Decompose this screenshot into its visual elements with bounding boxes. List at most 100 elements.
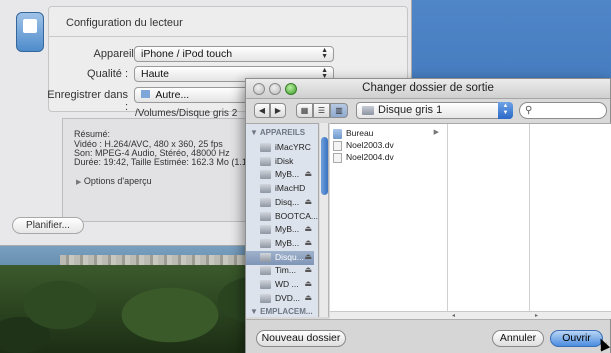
dialog-titlebar: Changer dossier de sortie [246, 79, 610, 99]
planifier-button[interactable]: Planifier... [12, 217, 84, 234]
eject-icon[interactable]: ⏏ [304, 252, 312, 261]
eject-icon[interactable]: ⏏ [304, 224, 312, 233]
browser-column-1: Bureau ▶ Noel2003.dv Noel2004.dv [330, 124, 448, 318]
config-separator [48, 36, 408, 37]
location-label: Disque gris 1 [378, 104, 443, 116]
browser-column-2 [448, 124, 530, 318]
drive-icon [260, 266, 271, 276]
sidebar-item[interactable]: MyB... ⏏ [246, 237, 314, 251]
new-folder-button[interactable]: Nouveau dossier [256, 330, 346, 347]
sidebar-item[interactable]: BOOTCA... [246, 210, 318, 224]
sidebar-item[interactable]: DVD... ⏏ [246, 292, 314, 306]
file-item[interactable]: Noel2003.dv [332, 140, 442, 152]
sidebar-item-label: iDisk [275, 155, 294, 166]
drive-icon [260, 238, 271, 248]
config-title: Configuration du lecteur [66, 17, 183, 29]
preview-options-toggle[interactable]: ▶ Options d'aperçu [76, 176, 152, 186]
sidebar-item-label: iMacHD [275, 183, 306, 194]
sidebar-item-label: BOOTCA... [275, 210, 318, 221]
drive-icon [260, 293, 271, 303]
qualite-value: Haute [141, 68, 170, 80]
dialog-toolbar: ◀ ▶ ▦ ☰ ▥ Disque gris 1 ▲ ▼ ⚲ [246, 99, 610, 123]
sidebar-item-label: DVD... [275, 292, 301, 303]
enregistrer-value: Autre... [155, 89, 190, 101]
sidebar-item[interactable]: iMacHD [246, 182, 314, 196]
file-name: Noel2003.dv [346, 140, 394, 150]
location-popup[interactable]: Disque gris 1 ▲ ▼ [356, 102, 513, 119]
drive-icon [260, 280, 271, 289]
scroll-right-icon[interactable]: ▸ [535, 312, 538, 319]
stepper-icon: ▲▼ [321, 47, 328, 60]
drive-icon [362, 106, 374, 115]
open-button[interactable]: Ouvrir [550, 330, 603, 347]
disclosure-triangle-icon: ▼ [250, 128, 258, 137]
document-icon [333, 141, 342, 151]
appareil-label: Appareil : [93, 48, 140, 60]
cancel-button[interactable]: Annuler [492, 330, 544, 347]
sidebar-item-label: Disqu... [275, 251, 304, 262]
drive-icon [260, 225, 271, 235]
forward-button[interactable]: ▶ [270, 103, 286, 118]
drive-icon [260, 252, 271, 262]
browser-hscrollbar[interactable]: ◂ ▸ [330, 311, 611, 319]
preview-options-label: Options d'aperçu [83, 176, 152, 186]
folder-item[interactable]: Bureau ▶ [332, 128, 442, 140]
drive-icon [260, 156, 271, 166]
file-name: Noel2004.dv [346, 152, 394, 162]
sidebar-item-label: MyB... [275, 224, 300, 235]
browser-column-3 [530, 124, 611, 318]
chevron-right-icon: ▶ [433, 129, 439, 136]
eject-icon[interactable]: ⏏ [304, 293, 312, 302]
sidebar-heading-places: ▼ EMPLACEM... [250, 307, 313, 316]
eject-icon[interactable]: ⏏ [304, 279, 312, 288]
summary-duration: Durée: 19:42, Taille Estimée: 162.3 Mo (… [74, 157, 272, 167]
dialog-title: Changer dossier de sortie [362, 82, 494, 94]
folder-icon [333, 129, 342, 139]
sidebar-heading-devices: ▼ APPAREILS [250, 128, 305, 137]
column-browser: Bureau ▶ Noel2003.dv Noel2004.dv [330, 123, 611, 318]
drive-icon [260, 184, 271, 194]
icon-view-button[interactable]: ▦ [296, 103, 313, 118]
sidebar-item[interactable]: Tim... ⏏ [246, 264, 314, 278]
sidebar: ▼ APPAREILS iMacYRC iDisk MyB... ⏏ iMacHD Dis… [246, 123, 319, 317]
disclosure-triangle-icon: ▶ [76, 179, 82, 186]
search-icon: ⚲ [525, 105, 533, 116]
summary-heading: Résumé: [74, 129, 111, 139]
eject-icon[interactable]: ⏏ [304, 197, 312, 206]
eject-icon[interactable]: ⏏ [304, 265, 312, 274]
disclosure-triangle-icon: ▼ [250, 307, 258, 316]
drive-icon [260, 143, 271, 152]
appareil-value: iPhone / iPod touch [141, 48, 233, 60]
sidebar-item[interactable]: Disq... ⏏ [246, 196, 314, 210]
sidebar-scrollbar[interactable] [320, 123, 329, 317]
eject-icon[interactable]: ⏏ [304, 238, 312, 247]
devices-heading-label: APPAREILS [259, 128, 306, 137]
sidebar-item-label: WD ... [275, 279, 299, 289]
change-output-folder-dialog: Changer dossier de sortie ◀ ▶ ▦ ☰ ▥ Disq… [245, 78, 611, 353]
enregistrer-label: Enregistrer dans : [47, 89, 128, 113]
sidebar-scroll-thumb[interactable] [321, 137, 328, 195]
drive-icon [260, 197, 271, 207]
search-field[interactable]: ⚲ [519, 102, 607, 119]
list-view-button[interactable]: ☰ [313, 103, 330, 118]
file-name: Bureau [346, 128, 374, 138]
sidebar-item[interactable]: MyB... ⏏ [246, 223, 314, 237]
sidebar-item-label: Tim... [275, 265, 296, 276]
sidebar-item[interactable]: WD ... ⏏ [246, 278, 314, 292]
sidebar-item-label: Disq... [275, 196, 300, 207]
qualite-label: Qualité : [87, 68, 128, 80]
column-view-button[interactable]: ▥ [330, 103, 348, 118]
sidebar-item[interactable]: Disqu... ⏏ [246, 250, 314, 265]
sidebar-item-label: MyB... [275, 237, 300, 248]
places-heading-label: EMPLACEM... [260, 307, 313, 316]
eject-icon[interactable]: ⏏ [304, 169, 312, 178]
sidebar-item-label: MyB... [275, 169, 300, 180]
sidebar-item[interactable]: iMacYRC [246, 141, 314, 155]
file-item[interactable]: Noel2004.dv [332, 152, 442, 164]
back-button[interactable]: ◀ [254, 103, 270, 118]
sidebar-item[interactable]: iDisk [246, 155, 314, 169]
scroll-left-icon[interactable]: ◂ [452, 312, 455, 319]
drive-icon [260, 211, 271, 221]
sidebar-item[interactable]: MyB... ⏏ [246, 168, 314, 182]
appareil-popup[interactable]: iPhone / iPod touch ▲ ▼ [134, 46, 334, 62]
